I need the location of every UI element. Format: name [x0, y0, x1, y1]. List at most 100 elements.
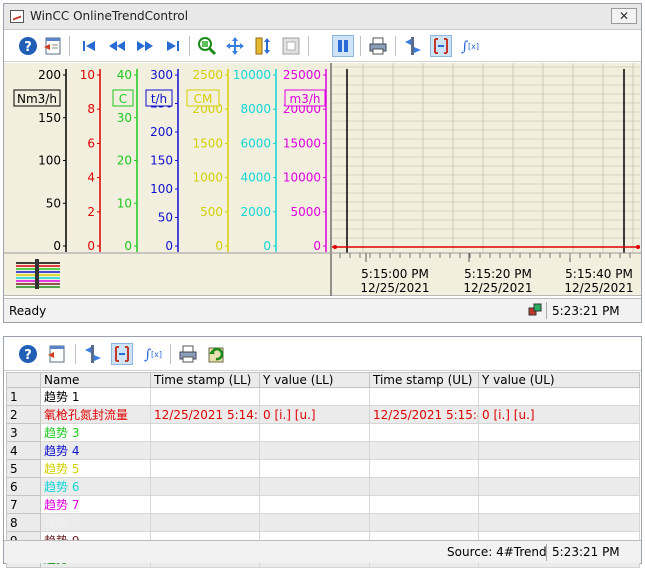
first-data-record-icon[interactable]	[78, 35, 100, 57]
table-row[interactable]: 4 趋势 4	[6, 441, 640, 460]
col-header-ts-ul[interactable]: Time stamp (UL)	[369, 372, 479, 388]
trend-name: 趋势 3	[40, 423, 151, 442]
axis-tick-label: 10	[80, 68, 95, 82]
axis-tick-label: 10000	[283, 171, 321, 185]
axis-tick-label: 4	[87, 171, 95, 185]
table-row[interactable]: 6 趋势 6	[6, 477, 640, 496]
ruler-status-bar: Source: 4#Trend 5:23:21 PM	[4, 540, 641, 563]
col-header-ts-ll[interactable]: Time stamp (LL)	[150, 372, 260, 388]
trend-point	[333, 245, 337, 249]
axis-tick-label: 0	[263, 239, 271, 253]
svg-text:?: ?	[24, 348, 32, 363]
print-icon[interactable]	[177, 343, 199, 365]
axis-tick-label: 6000	[240, 136, 271, 150]
axis-tick-label: 50	[46, 196, 61, 210]
table-row[interactable]: 2 氧枪孔氮封流量 12/25/2021 5:14:5 0 [i.] [u.] 12/2…	[6, 405, 640, 424]
axis-tick-label: 150	[38, 111, 61, 125]
axis-tick-label: 0	[87, 239, 95, 253]
axis-unit-label: CM	[194, 92, 213, 106]
time-tick-label: 5:15:20 PM	[464, 267, 532, 281]
row-number: 5	[6, 459, 41, 478]
trend-toolbar: ? ∫ [x]	[4, 30, 641, 62]
axis-tick-label: 1500	[192, 136, 223, 150]
trend-chart-svg[interactable]: 200150100500Nm3/h1086420403020100C300250…	[4, 63, 641, 296]
table-row[interactable]: 5 趋势 5	[6, 459, 640, 478]
ruler-toolbar: ? ∫ [x]	[4, 337, 641, 371]
axis-tick-label: 150	[150, 154, 173, 168]
y-value-ul: 0 [i.] [u.]	[478, 405, 640, 424]
timestamp-ll	[150, 495, 260, 514]
table-row[interactable]: 1 趋势 1	[6, 387, 640, 406]
date-tick-label: 12/25/2021	[564, 281, 633, 295]
print-icon[interactable]	[367, 35, 389, 57]
axis-tick-label: 2	[87, 205, 95, 219]
zoom-move-icon[interactable]	[224, 35, 246, 57]
status-text: Ready	[9, 304, 47, 318]
axis-unit-label: t/h	[151, 92, 167, 106]
table-row[interactable]: 8 趋势 8	[6, 513, 640, 532]
date-tick-label: 12/25/2021	[360, 281, 429, 295]
last-data-record-icon[interactable]	[162, 35, 184, 57]
axis-unit-label: Nm3/h	[17, 92, 57, 106]
ruler-window: ? ∫ [x] Name Time stamp (LL) Y value (LL…	[3, 336, 642, 568]
axis-tick-label: 200	[150, 125, 173, 139]
timestamp-ll	[150, 477, 260, 496]
y-value-ul	[478, 513, 640, 532]
table-row[interactable]: 7 趋势 7	[6, 495, 640, 514]
col-header-y-ul[interactable]: Y value (UL)	[478, 372, 640, 388]
col-header-name[interactable]: Name	[40, 372, 151, 388]
previous-data-record-icon[interactable]	[106, 35, 128, 57]
axis-tick-label: 2500	[192, 68, 223, 82]
time-tick-label: 5:15:00 PM	[361, 267, 429, 281]
axis-tick-label: 15000	[283, 136, 321, 150]
y-value-ll	[259, 459, 370, 478]
axis-tick-label: 200	[38, 68, 61, 82]
trend-name: 趋势 4	[40, 441, 151, 460]
axis-unit-label: m3/h	[290, 92, 321, 106]
zoom-time-axis-icon[interactable]	[252, 35, 274, 57]
axis-tick-label: 40	[117, 68, 132, 82]
row-number: 8	[6, 513, 41, 532]
status-time: 5:23:21 PM	[552, 304, 620, 318]
original-view-icon[interactable]	[280, 35, 302, 57]
svg-text:[x]: [x]	[151, 350, 162, 359]
table-row[interactable]: 3 趋势 3	[6, 423, 640, 442]
row-number: 6	[6, 477, 41, 496]
help-icon[interactable]: ?	[17, 35, 39, 57]
statistics-area-icon[interactable]	[111, 343, 133, 365]
config-dialog-icon[interactable]	[46, 343, 68, 365]
close-button[interactable]: ✕	[611, 8, 637, 24]
export-icon[interactable]	[205, 343, 227, 365]
start-stop-icon[interactable]	[332, 35, 354, 57]
zoom-area-icon[interactable]	[196, 35, 218, 57]
axis-tick-label: 100	[38, 154, 61, 168]
axis-tick-label: 25000	[283, 68, 321, 82]
axis-tick-label: 10	[117, 196, 132, 210]
statistics-icon[interactable]: ∫ [x]	[141, 343, 163, 365]
trend-name: 趋势 1	[40, 387, 151, 406]
next-data-record-icon[interactable]	[134, 35, 156, 57]
trend-name: 趋势 8	[40, 513, 151, 532]
title-bar: WinCC OnlineTrendControl ✕	[4, 4, 641, 30]
trend-app-icon	[10, 10, 24, 23]
source-label: Source: 4#Trend	[447, 545, 547, 559]
timestamp-ll	[150, 441, 260, 460]
window-title: WinCC OnlineTrendControl	[30, 9, 189, 23]
statistics-area-icon[interactable]	[430, 35, 452, 57]
timestamp-ul	[369, 423, 479, 442]
timestamp-ll	[150, 459, 260, 478]
status-bar: Ready 5:23:21 PM	[4, 298, 641, 322]
statistics-icon[interactable]: ∫ [x]	[458, 35, 480, 57]
ruler-icon[interactable]	[82, 343, 104, 365]
axis-tick-label: 2000	[240, 205, 271, 219]
help-icon[interactable]: ?	[17, 343, 39, 365]
config-dialog-icon[interactable]	[42, 35, 64, 57]
col-header-y-ll[interactable]: Y value (LL)	[259, 372, 370, 388]
y-value-ul	[478, 441, 640, 460]
ruler-table-container: Name Time stamp (LL) Y value (LL) Time s…	[6, 372, 640, 568]
trend-chart-area[interactable]: 200150100500Nm3/h1086420403020100C300250…	[4, 63, 641, 296]
date-tick-label: 12/25/2021	[463, 281, 532, 295]
y-value-ul	[478, 423, 640, 442]
axis-tick-label: 6	[87, 136, 95, 150]
ruler-icon[interactable]	[402, 35, 424, 57]
